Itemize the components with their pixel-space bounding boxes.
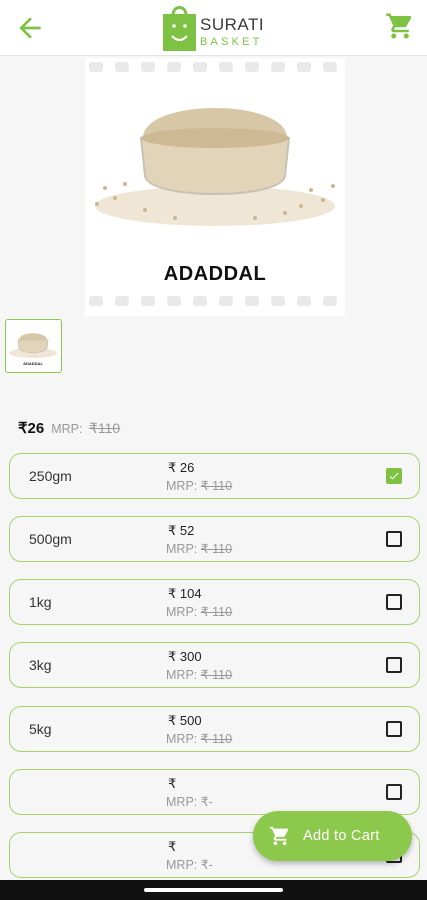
option-checkbox[interactable] [386, 657, 402, 673]
option-size: 500gm [29, 531, 72, 547]
mrp-value: ₹110 [88, 420, 121, 436]
option-mrp: MRP: ₹- [166, 795, 213, 809]
brand-name: SURATI [200, 15, 265, 34]
option-mrp: MRP: ₹ 110 [166, 605, 233, 619]
option-price: ₹ 300 [168, 649, 202, 664]
product-image: ADADDAL [85, 58, 345, 316]
size-option-1kg[interactable]: 1kg ₹ 104 MRP: ₹ 110 [9, 579, 420, 625]
option-price: ₹ 26 [168, 460, 195, 475]
option-size: 1kg [29, 594, 52, 610]
option-checkbox[interactable] [386, 531, 402, 547]
price-summary: ₹26 MRP: ₹110 [18, 419, 120, 439]
cart-icon [269, 826, 289, 846]
option-checkbox[interactable] [386, 784, 402, 800]
product-thumbnail[interactable]: ADADDAL [5, 319, 62, 373]
cart-icon[interactable] [385, 11, 415, 41]
option-mrp: MRP: ₹ 110 [166, 542, 233, 556]
option-mrp: MRP: ₹- [166, 858, 213, 872]
mrp-label: MRP: [51, 422, 83, 436]
home-gesture-handle[interactable] [144, 888, 283, 892]
size-option-250gm[interactable]: 250gm ₹ 26 MRP: ₹ 110 [9, 453, 420, 499]
size-option-3kg[interactable]: 3kg ₹ 300 MRP: ₹ 110 [9, 642, 420, 688]
option-size: 3kg [29, 657, 52, 673]
shopping-bag-logo-icon [163, 6, 196, 51]
brand-tagline: BASKET [200, 36, 263, 48]
size-option-500gm[interactable]: 500gm ₹ 52 MRP: ₹ 110 [9, 516, 420, 562]
arrow-left-icon[interactable] [14, 12, 46, 44]
add-to-cart-label: Add to Cart [303, 828, 380, 844]
size-option-empty[interactable]: ₹ MRP: ₹- [9, 769, 420, 815]
option-price: ₹ 104 [168, 586, 202, 601]
size-option-5kg[interactable]: 5kg ₹ 500 MRP: ₹ 110 [9, 706, 420, 752]
option-checkbox-checked[interactable] [386, 468, 402, 484]
option-size: 5kg [29, 721, 52, 737]
thumbnail-caption: ADADDAL [23, 361, 43, 366]
option-mrp: MRP: ₹ 110 [166, 732, 233, 746]
option-price: ₹ [168, 776, 177, 791]
system-nav-bar [0, 880, 427, 900]
product-image-caption: ADADDAL [163, 263, 267, 285]
brand-logo: SURATI BASKET [163, 3, 273, 51]
add-to-cart-button[interactable]: Add to Cart [253, 811, 412, 861]
option-size: 250gm [29, 468, 72, 484]
option-mrp: MRP: ₹ 110 [166, 668, 233, 682]
option-checkbox[interactable] [386, 594, 402, 610]
option-price: ₹ 52 [168, 523, 195, 538]
option-checkbox[interactable] [386, 721, 402, 737]
current-price: ₹26 [18, 420, 45, 437]
option-mrp: MRP: ₹ 110 [166, 479, 233, 493]
option-price: ₹ [168, 839, 177, 854]
option-price: ₹ 500 [168, 713, 202, 728]
app-bar: SURATI BASKET [0, 0, 427, 56]
check-icon [389, 472, 399, 480]
